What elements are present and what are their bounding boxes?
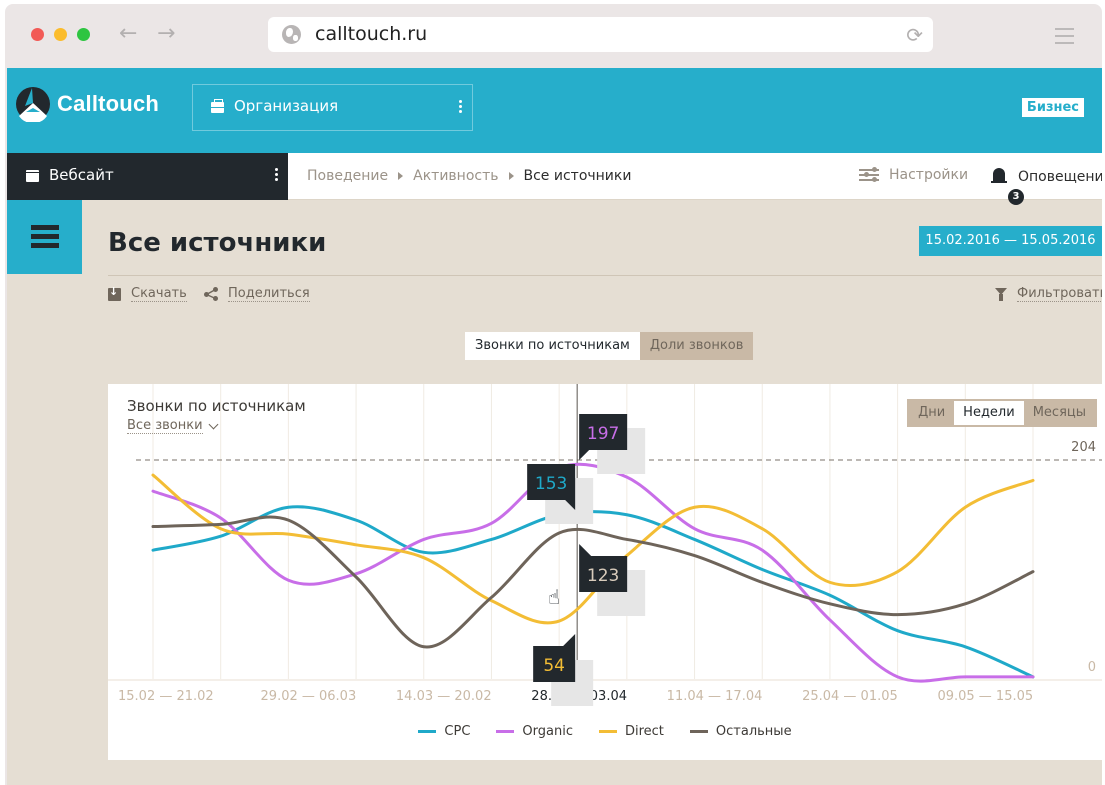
more-vertical-icon[interactable] (275, 168, 279, 183)
notifications-link[interactable]: Оповещения (990, 167, 1102, 187)
share-button[interactable]: Поделиться (204, 286, 310, 302)
menu-toggle-button[interactable] (7, 200, 82, 274)
tab-calls-by-source[interactable]: Звонки по источникам (465, 332, 640, 360)
forward-arrow-icon[interactable]: → (157, 19, 175, 49)
brand-name[interactable]: Calltouch (57, 91, 159, 117)
legend-swatch (418, 730, 437, 733)
download-label: Скачать (131, 286, 187, 302)
notifications-label: Оповещения (1018, 169, 1102, 185)
page-title: Все источники (108, 228, 327, 258)
plan-badge: Бизнес (1021, 98, 1084, 117)
date-range-picker[interactable]: 15.02.2016 — 15.05.2016 (919, 226, 1102, 256)
legend-item-organic[interactable]: Organic (496, 724, 573, 739)
tooltip-value-cpc: 153 (535, 474, 567, 494)
download-icon (108, 285, 121, 301)
legend-swatch (598, 730, 617, 733)
settings-label: Настройки (889, 167, 969, 183)
legend-item-cpc[interactable]: CPC (418, 724, 470, 739)
calls-filter-dropdown[interactable]: Все звонки (127, 418, 218, 434)
breadcrumb-current: Все источники (523, 168, 632, 184)
caret-right-icon (508, 172, 514, 180)
period-days[interactable]: Дни (909, 401, 954, 425)
sub-header: Вебсайт Поведение Активность Все источни… (7, 153, 1102, 205)
tooltip-value-other: 123 (587, 566, 619, 586)
legend-label: Остальные (715, 724, 792, 739)
maximize-window-button[interactable] (77, 28, 90, 41)
tooltip-pointer (563, 634, 576, 646)
reload-icon[interactable]: ⟳ (906, 23, 923, 47)
globe-icon (282, 25, 301, 44)
tab-call-shares[interactable]: Доли звонков (639, 332, 754, 360)
filter-button[interactable]: Фильтровать (995, 286, 1102, 302)
view-tabs: Звонки по источникам Доли звонков (465, 332, 754, 360)
legend-label: Direct (624, 724, 664, 739)
close-window-button[interactable] (31, 28, 44, 41)
breadcrumb-behavior[interactable]: Поведение (307, 168, 388, 184)
minimize-window-button[interactable] (54, 28, 67, 41)
x-tick-label: 29.02 — 06.03 (261, 689, 357, 704)
website-label: Вебсайт (49, 166, 114, 184)
top-header: Calltouch Организация Бизнес (7, 68, 1102, 153)
x-tick-label: 09.05 — 15.05 (937, 689, 1033, 704)
share-label: Поделиться (228, 286, 310, 302)
hand-cursor-icon: ☝ (548, 585, 560, 609)
legend-swatch (496, 730, 515, 733)
y-tick-label-min: 0 (1088, 660, 1096, 675)
download-button[interactable]: Скачать (108, 285, 187, 302)
hamburger-icon-bar (31, 243, 59, 248)
browser-menu-icon[interactable] (1055, 28, 1074, 49)
bell-icon (990, 167, 1008, 187)
x-tick-label: 14.03 — 20.02 (396, 689, 492, 704)
tooltip-value-direct: 54 (543, 656, 565, 676)
breadcrumb-activity[interactable]: Активность (413, 168, 498, 184)
address-bar[interactable]: calltouch.ru ⟳ (268, 17, 933, 52)
filter-label: Фильтровать (1017, 286, 1102, 302)
share-icon (204, 287, 218, 301)
calltouch-app: Calltouch Организация Бизнес Вебсайт Пов… (7, 68, 1102, 785)
chart-panel: 204 0 15.02 — 21.02 29.02 — 06.03 14.03 — 20… (108, 384, 1102, 760)
tooltip-pointer (579, 544, 592, 556)
line-chart[interactable]: 204 0 15.02 — 21.02 29.02 — 06.03 14.03 — 20… (108, 384, 1102, 760)
briefcase-icon (211, 99, 224, 113)
chart-legend: CPC Organic Direct Остальные (108, 724, 1102, 739)
calls-filter-label: Все звонки (127, 418, 203, 434)
period-weeks[interactable]: Недели (954, 401, 1024, 425)
browser-window: ← → calltouch.ru ⟳ Calltouch Организация… (5, 4, 1102, 785)
divider (108, 275, 1102, 276)
breadcrumb: Поведение Активность Все источники (307, 168, 631, 184)
calltouch-logo-icon[interactable] (15, 86, 51, 122)
x-tick-label: 25.04 — 01.05 (802, 689, 898, 704)
legend-item-direct[interactable]: Direct (598, 724, 664, 739)
chart-title: Звонки по источникам (127, 397, 306, 415)
website-selector[interactable]: Вебсайт (7, 153, 288, 200)
legend-label: Organic (522, 724, 573, 739)
back-arrow-icon[interactable]: ← (119, 19, 137, 49)
y-tick-label-max: 204 (1071, 440, 1096, 455)
more-vertical-icon[interactable] (459, 100, 463, 115)
browser-toolbar: ← → calltouch.ru ⟳ (5, 4, 1102, 68)
period-switch: Дни Недели Месяцы (907, 399, 1097, 427)
sliders-icon (859, 167, 879, 183)
chevron-down-icon (208, 419, 218, 429)
hamburger-icon-bar (31, 234, 59, 239)
x-tick-label: 11.04 — 17.04 (667, 689, 763, 704)
legend-item-other[interactable]: Остальные (689, 724, 792, 739)
settings-link[interactable]: Настройки (859, 167, 968, 183)
hamburger-icon (31, 225, 59, 230)
period-months[interactable]: Месяцы (1024, 401, 1095, 425)
organization-selector[interactable]: Организация (192, 84, 473, 131)
filter-icon (995, 287, 1007, 301)
legend-swatch (689, 730, 708, 733)
tooltip-pointer (579, 450, 590, 460)
x-tick-label: 15.02 — 21.02 (118, 689, 214, 704)
notifications-count-badge: 3 (1008, 189, 1024, 205)
organization-label: Организация (234, 97, 339, 115)
browser-window-icon (26, 170, 39, 182)
legend-label: CPC (444, 724, 471, 739)
caret-right-icon (398, 172, 404, 180)
url-text[interactable]: calltouch.ru (315, 23, 427, 45)
tooltip-value-organic: 197 (587, 424, 619, 444)
